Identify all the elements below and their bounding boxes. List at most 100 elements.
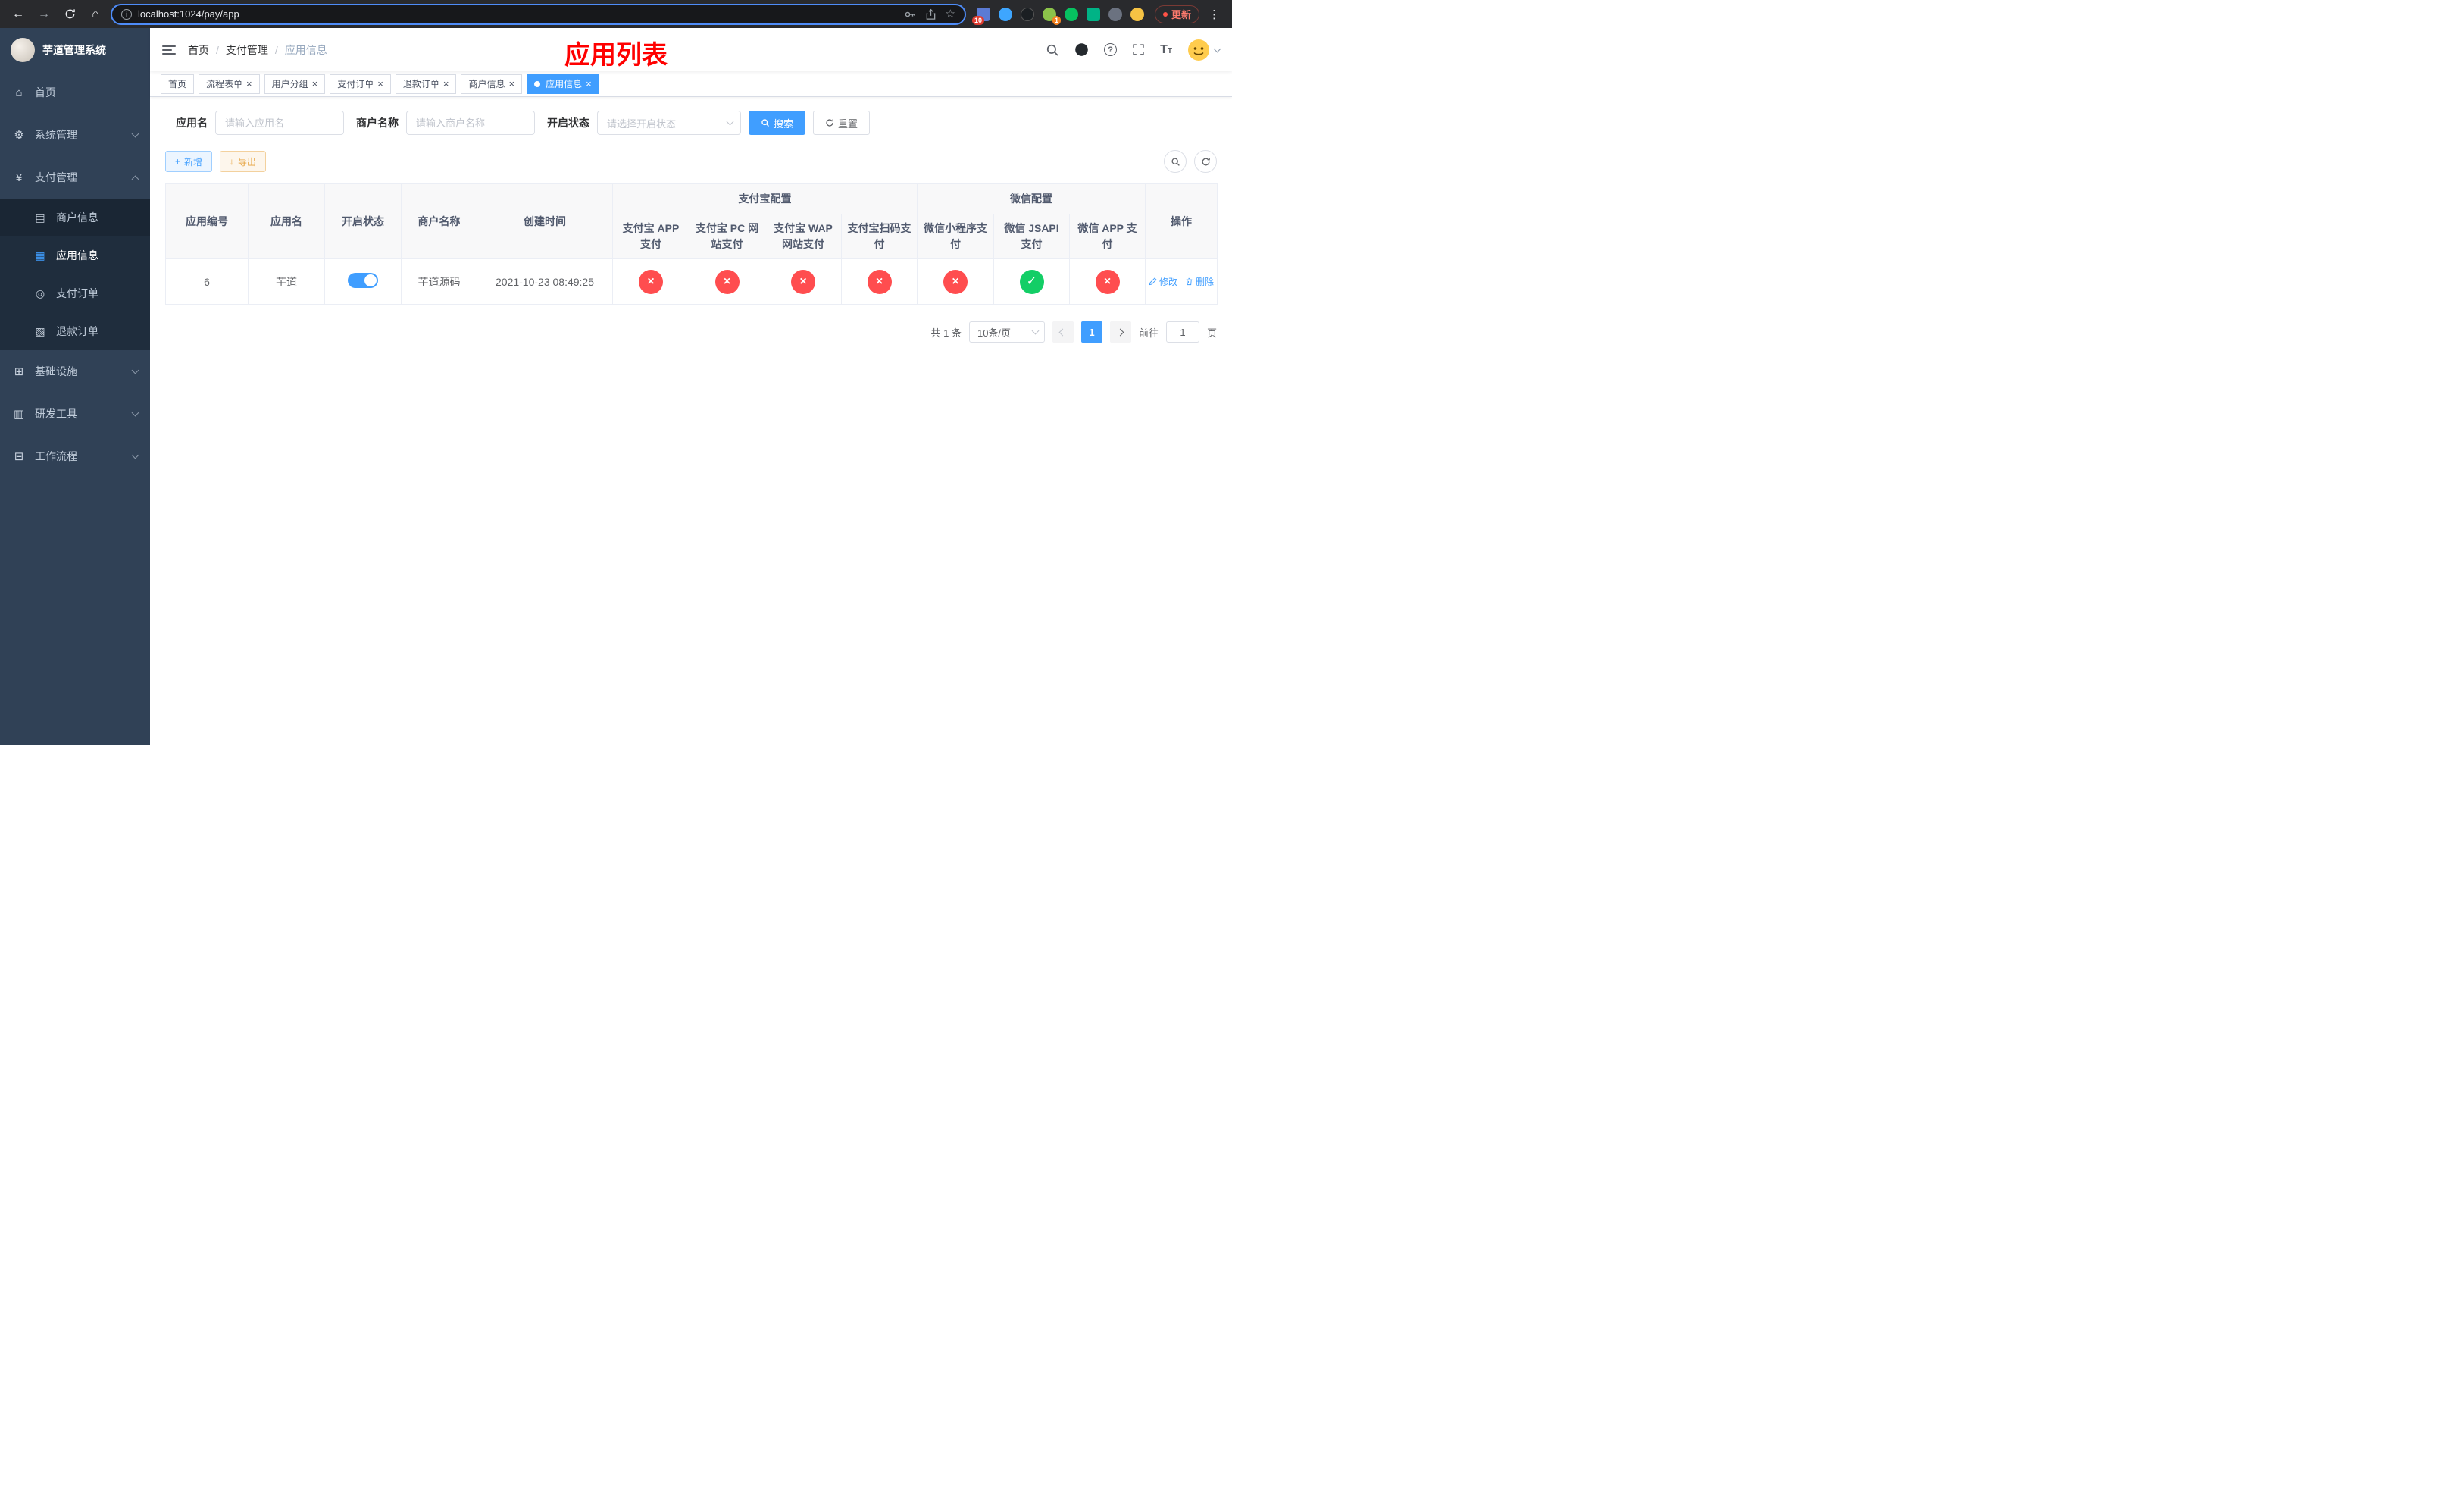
extension-icon-2[interactable]	[998, 7, 1012, 21]
edit-pen-icon	[1149, 277, 1157, 286]
chevron-down-icon	[131, 451, 139, 459]
extension-icon-7[interactable]	[1108, 7, 1122, 21]
reload-button[interactable]	[59, 4, 80, 25]
extension-icon-4[interactable]: 1	[1042, 7, 1061, 25]
app-title: 芋道管理系统	[42, 43, 106, 56]
tab-merchant-info[interactable]: 商户信息 ×	[461, 74, 523, 94]
bookmark-star-icon[interactable]: ☆	[946, 8, 955, 20]
delete-button[interactable]: 删除	[1185, 275, 1214, 288]
font-size-icon[interactable]: TT	[1160, 42, 1172, 56]
font-large-glyph: T	[1160, 42, 1168, 56]
gear-icon: ⚙	[14, 129, 24, 142]
search-button-label: 搜索	[774, 117, 794, 130]
sidebar-item-infrastructure[interactable]: ⊞ 基础设施	[0, 350, 150, 393]
workflow-icon: ⊟	[14, 450, 24, 463]
chevron-down-icon	[1213, 45, 1221, 52]
toggle-search-button[interactable]	[1164, 150, 1187, 173]
back-button[interactable]: ←	[8, 4, 29, 25]
tab-home[interactable]: 首页	[161, 74, 195, 94]
github-icon[interactable]	[1074, 42, 1089, 57]
share-icon[interactable]	[925, 8, 937, 20]
merchant-name-input[interactable]	[406, 111, 535, 135]
app-logo[interactable]: 芋道管理系统	[0, 28, 150, 71]
infra-icon: ⊞	[14, 365, 24, 378]
status-off-icon: ×	[943, 269, 968, 294]
forward-button[interactable]: →	[33, 4, 55, 25]
refresh-icon	[1202, 157, 1210, 165]
search-icon[interactable]	[1046, 43, 1059, 57]
col-alipay-app: 支付宝 APP 支付	[612, 214, 689, 259]
sidebar-item-dev-tools[interactable]: ▥ 研发工具	[0, 393, 150, 435]
sidebar-item-pay-orders[interactable]: ◎ 支付订单	[0, 274, 150, 312]
export-button[interactable]: ↓ 导出	[220, 151, 267, 172]
app-table: 应用编号 应用名 开启状态 商户名称 创建时间 支付宝配置 微信配置 操作 支付…	[165, 183, 1218, 305]
fullscreen-icon[interactable]	[1132, 43, 1145, 56]
extension-icon-8[interactable]	[1130, 7, 1144, 21]
chevron-down-icon	[131, 130, 139, 138]
edit-button[interactable]: 修改	[1149, 275, 1177, 288]
extension-icon-3[interactable]	[1020, 7, 1034, 21]
sidebar-item-label: 退款订单	[56, 325, 98, 337]
tab-refund-orders[interactable]: 退款订单 ×	[395, 74, 457, 94]
update-button[interactable]: 更新	[1154, 5, 1199, 23]
pagination-total: 共 1 条	[930, 327, 962, 339]
page-number-button[interactable]: 1	[1080, 321, 1102, 343]
card-icon: ▤	[35, 211, 45, 224]
url-bar[interactable]: i localhost:1024/pay/app ☆	[111, 3, 966, 25]
home-button[interactable]: ⌂	[85, 4, 106, 25]
close-icon[interactable]: ×	[246, 79, 252, 89]
refresh-table-button[interactable]	[1194, 150, 1217, 173]
prev-page-button[interactable]	[1052, 321, 1074, 343]
breadcrumb-home[interactable]: 首页	[188, 42, 209, 58]
url-text[interactable]: localhost:1024/pay/app	[138, 8, 898, 20]
add-button[interactable]: + 新增	[165, 151, 213, 172]
sidebar-item-app-info[interactable]: ▦ 应用信息	[0, 236, 150, 274]
breadcrumb-current: 应用信息	[284, 43, 327, 56]
tab-label: 流程表单	[206, 79, 243, 89]
tab-app-info[interactable]: 应用信息 ×	[527, 74, 599, 94]
export-button-label: 导出	[238, 156, 257, 167]
sidebar-item-system[interactable]: ⚙ 系统管理	[0, 114, 150, 156]
cell-app-id: 6	[165, 258, 249, 305]
breadcrumb-separator: /	[274, 43, 278, 56]
cell-wechat-jsapi: ✓	[993, 258, 1070, 305]
close-icon[interactable]: ×	[377, 79, 383, 89]
close-icon[interactable]: ×	[443, 79, 449, 89]
sidebar-item-refund-orders[interactable]: ▧ 退款订单	[0, 312, 150, 350]
update-label: 更新	[1171, 9, 1191, 20]
status-select-placeholder: 请选择开启状态	[607, 117, 677, 130]
browser-menu-button[interactable]: ⋮	[1204, 8, 1224, 21]
cell-app-name: 芋道	[248, 258, 325, 305]
extension-icon-5[interactable]	[1064, 7, 1078, 21]
next-page-button[interactable]	[1109, 321, 1131, 343]
extension-icon-6[interactable]	[1086, 7, 1100, 21]
sidebar-item-workflow[interactable]: ⊟ 工作流程	[0, 435, 150, 477]
page-size-select[interactable]: 10条/页	[968, 321, 1045, 343]
close-icon[interactable]: ×	[586, 79, 592, 89]
status-toggle[interactable]	[348, 273, 378, 288]
user-avatar-menu[interactable]	[1187, 39, 1221, 61]
browser-toolbar: ← → ⌂ i localhost:1024/pay/app ☆ 10 1 更新…	[0, 0, 1232, 28]
tab-process-form[interactable]: 流程表单 ×	[199, 74, 260, 94]
close-icon[interactable]: ×	[508, 79, 514, 89]
password-key-icon[interactable]	[904, 8, 916, 20]
tab-pay-orders[interactable]: 支付订单 ×	[330, 74, 391, 94]
status-off-icon: ×	[1095, 269, 1120, 294]
sidebar-item-payment[interactable]: ¥ 支付管理	[0, 156, 150, 199]
site-info-icon[interactable]: i	[121, 8, 132, 20]
sidebar-item-home[interactable]: ⌂ 首页	[0, 71, 150, 114]
sidebar-toggle-button[interactable]	[162, 45, 176, 55]
extension-icon-1[interactable]: 10	[971, 7, 990, 25]
help-icon[interactable]: ?	[1104, 43, 1118, 56]
status-select[interactable]: 请选择开启状态	[597, 111, 741, 135]
search-button[interactable]: 搜索	[749, 111, 806, 135]
tab-label: 商户信息	[468, 79, 505, 89]
app-name-input[interactable]	[215, 111, 344, 135]
pagination: 共 1 条 10条/页 1 前往 页	[165, 321, 1217, 343]
goto-page-input[interactable]	[1165, 321, 1199, 343]
cell-wechat-lite: ×	[917, 258, 994, 305]
sidebar-item-merchant-info[interactable]: ▤ 商户信息	[0, 199, 150, 236]
close-icon[interactable]: ×	[312, 79, 318, 89]
tab-user-group[interactable]: 用户分组 ×	[264, 74, 326, 94]
reset-button[interactable]: 重置	[813, 111, 871, 135]
